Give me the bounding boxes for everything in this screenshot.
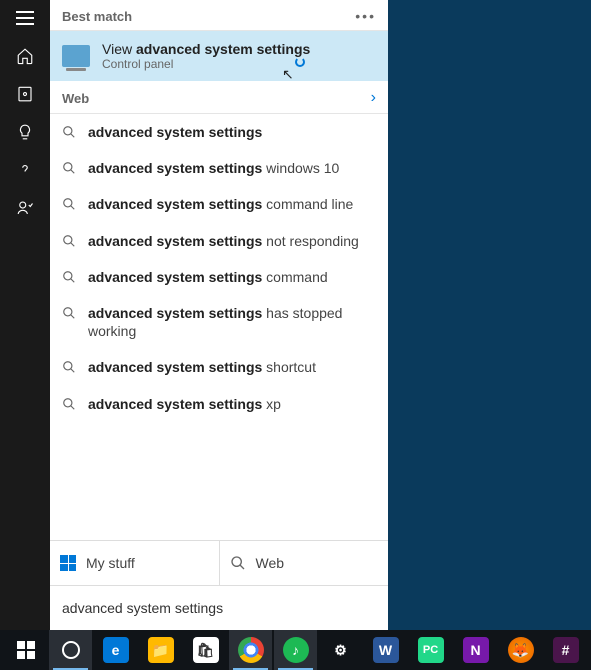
taskbar-store[interactable]: 🛍 bbox=[184, 630, 227, 670]
taskbar-edge[interactable]: e bbox=[94, 630, 137, 670]
suggestion-text: advanced system settings has stopped wor… bbox=[88, 304, 376, 340]
best-match-header: Best match ••• bbox=[50, 0, 388, 31]
search-icon bbox=[62, 234, 76, 248]
chevron-right-icon: › bbox=[371, 89, 376, 107]
web-label: Web bbox=[62, 91, 89, 106]
firefox-icon: 🦊 bbox=[508, 637, 534, 663]
taskbar-slack[interactable]: # bbox=[544, 630, 587, 670]
folder-icon: 📁 bbox=[148, 637, 174, 663]
suggestion-item[interactable]: advanced system settings windows 10 bbox=[50, 150, 388, 186]
best-match-subtitle: Control panel bbox=[102, 57, 310, 71]
suggestion-item[interactable]: advanced system settings has stopped wor… bbox=[50, 295, 388, 349]
suggestion-item[interactable]: advanced system settings not responding bbox=[50, 223, 388, 259]
suggestions-list: advanced system settings advanced system… bbox=[50, 114, 388, 540]
suggestion-text: advanced system settings xp bbox=[88, 395, 281, 413]
best-match-label: Best match bbox=[62, 9, 132, 24]
loading-spinner-icon bbox=[295, 57, 305, 67]
filter-row: My stuff Web bbox=[50, 540, 388, 585]
suggestion-item[interactable]: advanced system settings bbox=[50, 114, 388, 150]
search-icon bbox=[62, 125, 76, 139]
taskbar-onenote[interactable]: N bbox=[454, 630, 497, 670]
suggestion-item[interactable]: advanced system settings command bbox=[50, 259, 388, 295]
best-match-result[interactable]: View advanced system settings Control pa… bbox=[50, 31, 388, 81]
taskbar-pycharm[interactable]: PC bbox=[409, 630, 452, 670]
suggestion-text: advanced system settings command line bbox=[88, 195, 353, 213]
lightbulb-icon[interactable] bbox=[15, 122, 35, 142]
cursor-icon: ↖ bbox=[282, 66, 294, 83]
edge-icon: e bbox=[103, 637, 129, 663]
suggestion-text: advanced system settings not responding bbox=[88, 232, 359, 250]
search-icon bbox=[62, 397, 76, 411]
windows-logo-icon bbox=[60, 555, 76, 571]
search-input[interactable]: advanced system settings bbox=[50, 585, 388, 630]
suggestion-text: advanced system settings shortcut bbox=[88, 358, 316, 376]
taskbar: e 📁 🛍 ♪ ⚙ W PC N 🦊 # bbox=[0, 630, 591, 670]
web-header[interactable]: Web › bbox=[50, 81, 388, 114]
pycharm-icon: PC bbox=[418, 637, 444, 663]
taskbar-firefox[interactable]: 🦊 bbox=[499, 630, 542, 670]
filter-my-stuff-label: My stuff bbox=[86, 555, 135, 571]
taskbar-settings[interactable]: ⚙ bbox=[319, 630, 362, 670]
taskbar-word[interactable]: W bbox=[364, 630, 407, 670]
suggestion-text: advanced system settings command bbox=[88, 268, 328, 286]
search-icon bbox=[62, 161, 76, 175]
gear-icon: ⚙ bbox=[328, 637, 354, 663]
suggestion-text: advanced system settings windows 10 bbox=[88, 159, 339, 177]
search-icon bbox=[62, 360, 76, 374]
filter-web[interactable]: Web bbox=[220, 541, 389, 585]
taskbar-chrome[interactable] bbox=[229, 630, 272, 670]
notebook-icon[interactable] bbox=[15, 84, 35, 104]
menu-icon[interactable] bbox=[15, 8, 35, 28]
word-icon: W bbox=[373, 637, 399, 663]
search-panel: Best match ••• View advanced system sett… bbox=[50, 0, 388, 630]
suggestion-item[interactable]: advanced system settings shortcut bbox=[50, 349, 388, 385]
cortana-sidebar bbox=[0, 0, 50, 630]
onenote-icon: N bbox=[463, 637, 489, 663]
feedback-icon[interactable] bbox=[15, 198, 35, 218]
search-icon bbox=[62, 197, 76, 211]
spotify-icon: ♪ bbox=[283, 637, 309, 663]
help-icon[interactable] bbox=[15, 160, 35, 180]
search-icon bbox=[62, 270, 76, 284]
taskbar-file-explorer[interactable]: 📁 bbox=[139, 630, 182, 670]
system-settings-icon bbox=[62, 45, 90, 67]
best-match-title: View advanced system settings bbox=[102, 41, 310, 57]
suggestion-item[interactable]: advanced system settings xp bbox=[50, 386, 388, 422]
store-icon: 🛍 bbox=[193, 637, 219, 663]
slack-icon: # bbox=[553, 637, 579, 663]
suggestion-text: advanced system settings bbox=[88, 123, 262, 141]
cortana-button[interactable] bbox=[49, 630, 92, 670]
start-button[interactable] bbox=[4, 630, 47, 670]
suggestion-item[interactable]: advanced system settings command line bbox=[50, 186, 388, 222]
search-icon bbox=[62, 306, 76, 320]
chrome-icon bbox=[238, 637, 264, 663]
filter-web-label: Web bbox=[256, 555, 285, 571]
search-icon bbox=[230, 555, 246, 571]
home-icon[interactable] bbox=[15, 46, 35, 66]
taskbar-spotify[interactable]: ♪ bbox=[274, 630, 317, 670]
filter-my-stuff[interactable]: My stuff bbox=[50, 541, 220, 585]
more-icon[interactable]: ••• bbox=[355, 8, 376, 24]
